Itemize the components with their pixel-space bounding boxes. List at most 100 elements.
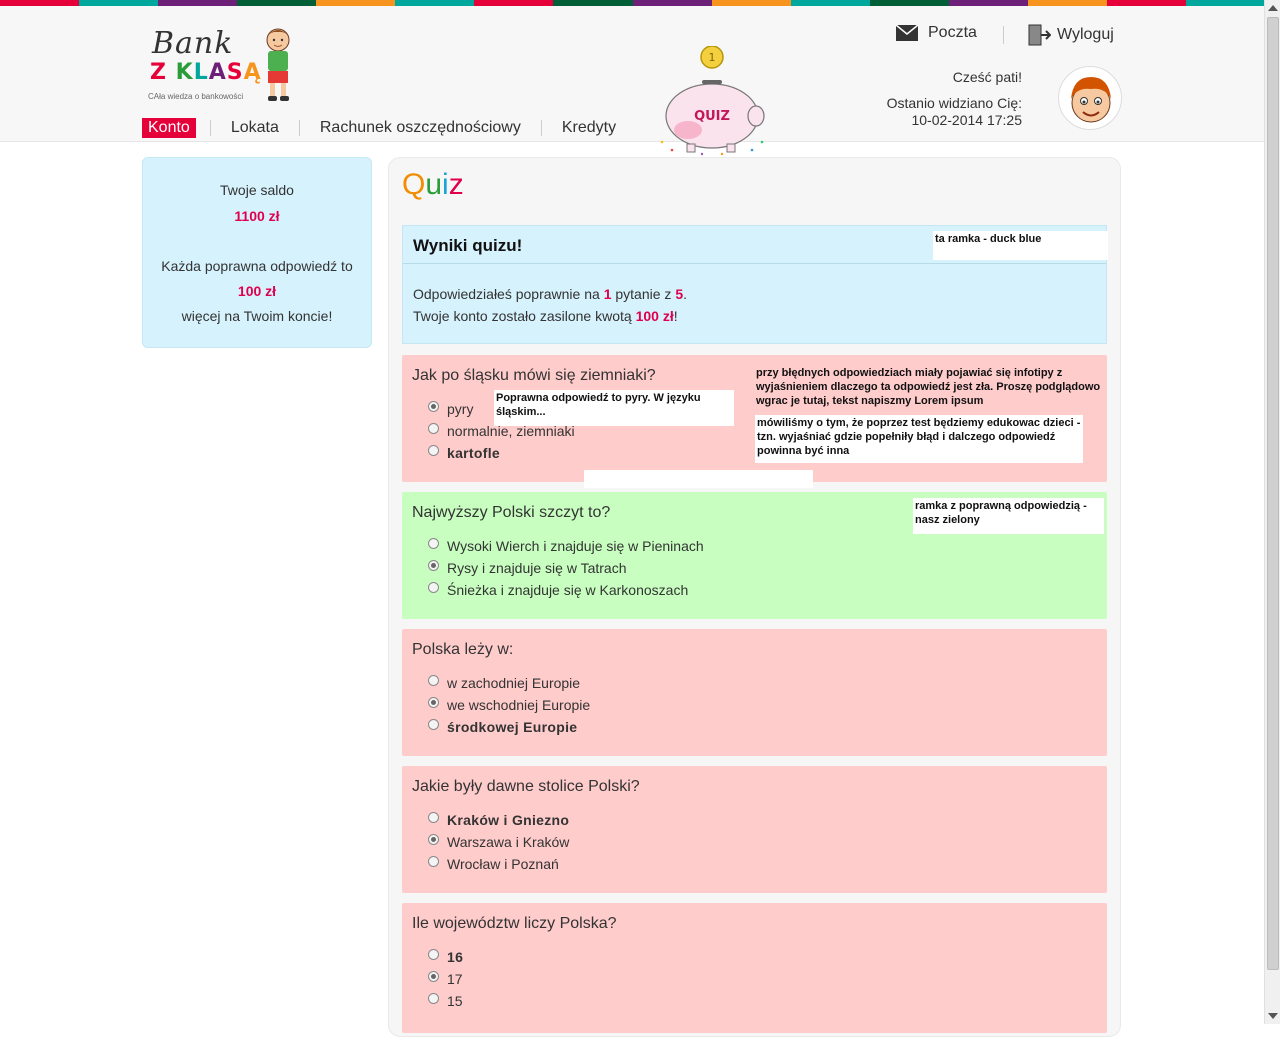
nav-separator: [298, 120, 300, 136]
answer-option[interactable]: Śnieżka i znajduje się w Karkonoszach: [428, 581, 689, 598]
question-text: Jak po śląsku mówi się ziemniaki?: [412, 367, 656, 384]
scrollbar-thumb[interactable]: [1267, 17, 1279, 970]
nav-item-rachunek-oszczędnościowy[interactable]: Rachunek oszczędnościowy: [314, 118, 527, 138]
radio-button[interactable]: [428, 444, 439, 456]
answer-option[interactable]: Rysy i znajduje się w Tatrach: [428, 559, 627, 576]
answer-option[interactable]: we wschodniej Europie: [428, 696, 591, 713]
svg-text:1: 1: [709, 51, 716, 64]
answer-option[interactable]: Wysoki Wierch i znajduje się w Pieninach: [428, 537, 704, 554]
answer-label: Wrocław i Poznań: [447, 856, 559, 872]
title-letter-i: i: [442, 168, 449, 201]
results-text: .: [683, 286, 687, 302]
answer-option[interactable]: w zachodniej Europie: [428, 674, 581, 691]
answer-label: Rysy i znajduje się w Tatrach: [447, 560, 627, 576]
nav-item-kredyty[interactable]: Kredyty: [556, 118, 622, 138]
last-seen: Ostanio widziano Cię: 10-02-2014 17:25: [887, 95, 1022, 129]
answer-label: pyry: [447, 401, 474, 417]
nav-item-konto[interactable]: Konto: [142, 118, 196, 138]
radio-button[interactable]: [428, 581, 439, 593]
annotation-green-note: ramka z poprawną odpowiedzią - nasz ziel…: [913, 498, 1104, 534]
answer-label: 15: [447, 993, 463, 1009]
question-text: Najwyższy Polski szczyt to?: [412, 504, 611, 521]
answer-option[interactable]: kartofle: [428, 444, 500, 461]
annotation-edu-note: mówiliśmy o tym, że poprzez test będziem…: [755, 415, 1083, 463]
quiz-piggy-bank-icon[interactable]: 1 QUIZ: [652, 46, 772, 156]
radio-button[interactable]: [428, 674, 439, 686]
annotation-results-note: ta ramka - duck blue: [933, 231, 1108, 260]
vertical-scrollbar[interactable]: [1264, 0, 1280, 1024]
answer-label: Warszawa i Kraków: [447, 834, 570, 850]
tooltip-tail: [584, 470, 813, 488]
page-title: Quiz: [402, 168, 464, 202]
question-panel: Jakie były dawne stolice Polski? Kraków i…: [402, 766, 1107, 893]
results-text: Odpowiedziałeś poprawnie na: [413, 286, 600, 302]
radio-button[interactable]: [428, 422, 439, 434]
radio-button[interactable]: [428, 559, 439, 571]
balance-sidebar: Twoje saldo 1100 zł Każda poprawna odpow…: [142, 157, 372, 348]
answer-label: w zachodniej Europie: [447, 675, 581, 691]
radio-button[interactable]: [428, 400, 439, 412]
balance-value: 1100 zł: [234, 208, 280, 224]
results-line-1: Odpowiedziałeś poprawnie na 1 pytanie z …: [413, 286, 687, 302]
question-panel: Polska leży w: w zachodniej Europie we wsc…: [402, 629, 1107, 756]
question-panel: Ile województw liczy Polska? 16 17 15: [402, 903, 1107, 1033]
answer-label: środkowej Europie: [447, 719, 578, 735]
header: Bank Z KLASĄ CAła wiedza o bankowości Ko…: [0, 6, 1265, 156]
nav-item-lokata[interactable]: Lokata: [225, 118, 285, 138]
radio-button[interactable]: [428, 948, 439, 960]
user-avatar[interactable]: [1058, 66, 1122, 130]
radio-button[interactable]: [428, 811, 439, 823]
envelope-icon: [896, 25, 918, 41]
logo-bank-text: Bank: [152, 26, 234, 61]
radio-button[interactable]: [428, 718, 439, 730]
radio-button[interactable]: [428, 855, 439, 867]
logout-link[interactable]: Wyloguj: [1027, 24, 1114, 46]
question-text: Polska leży w:: [412, 641, 514, 658]
results-text: Twoje konto zostało zasilone kwotą: [413, 308, 632, 324]
answer-option[interactable]: Kraków i Gniezno: [428, 811, 569, 828]
annotation-infotip-note: przy błędnych odpowiedziach miały pojawi…: [756, 367, 1101, 407]
scroll-down-arrow-icon[interactable]: [1268, 1013, 1278, 1019]
mail-link[interactable]: Poczta: [896, 24, 977, 42]
radio-button[interactable]: [428, 833, 439, 845]
answer-label: Śnieżka i znajduje się w Karkonoszach: [447, 582, 689, 598]
nav-separator: [209, 120, 211, 136]
svg-text:QUIZ: QUIZ: [694, 109, 730, 124]
answer-label: kartofle: [447, 445, 500, 461]
main-nav: Konto Lokata Rachunek oszczędnościowy Kredy…: [142, 116, 622, 140]
logo[interactable]: Bank Z KLASĄ CAła wiedza o bankowości: [148, 24, 298, 106]
total-count: 5: [675, 286, 684, 302]
answer-option[interactable]: środkowej Europie: [428, 718, 578, 735]
radio-button[interactable]: [428, 992, 439, 1004]
kid-mascot-icon: [266, 28, 290, 101]
answer-option[interactable]: Warszawa i Kraków: [428, 833, 570, 850]
boy-avatar-icon: [1071, 77, 1111, 123]
reward-suffix: więcej na Twoim koncie!: [181, 308, 333, 324]
reward-text: Każda poprawna odpowiedź to: [161, 258, 353, 274]
answer-label: 16: [447, 949, 464, 965]
answer-label: we wschodniej Europie: [447, 697, 591, 713]
radio-button[interactable]: [428, 696, 439, 708]
results-text: pytanie z: [615, 286, 672, 302]
logout-label: Wyloguj: [1057, 26, 1114, 43]
answer-option[interactable]: pyry: [428, 400, 474, 417]
scroll-up-arrow-icon[interactable]: [1268, 5, 1278, 11]
last-seen-label: Ostanio widziano Cię:: [886, 95, 1022, 111]
answer-label: 17: [447, 971, 463, 987]
title-letter-u: u: [425, 168, 443, 201]
balance-label: Twoje saldo: [220, 182, 294, 198]
answer-option[interactable]: 17: [428, 970, 463, 987]
results-divider: [403, 263, 1106, 264]
question-text: Ile województw liczy Polska?: [412, 915, 617, 932]
answer-option[interactable]: 16: [428, 948, 464, 965]
radio-button[interactable]: [428, 970, 439, 982]
reward-amount: 100 zł: [635, 308, 674, 324]
correct-count: 1: [603, 286, 612, 302]
radio-button[interactable]: [428, 537, 439, 549]
answer-option[interactable]: 15: [428, 992, 463, 1009]
topbar-separator: [1003, 26, 1004, 44]
last-seen-value: 10-02-2014 17:25: [911, 112, 1022, 128]
logout-door-icon: [1028, 24, 1051, 46]
answer-option[interactable]: Wrocław i Poznań: [428, 855, 559, 872]
results-text: !: [673, 308, 678, 324]
